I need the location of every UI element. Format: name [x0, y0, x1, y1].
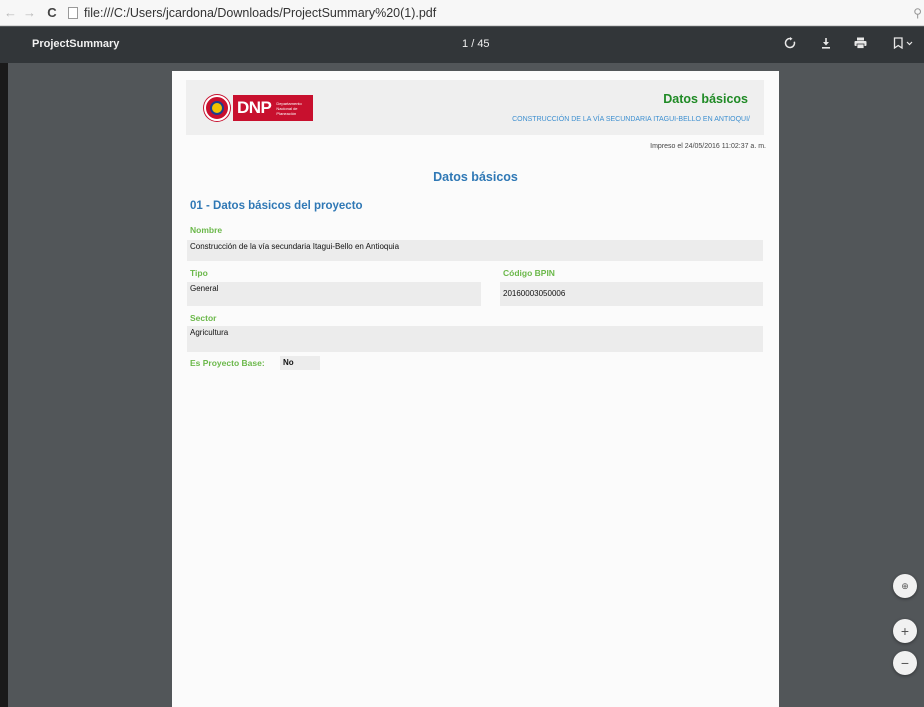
file-icon [68, 6, 78, 19]
sector-label: Sector [190, 313, 217, 323]
pdf-page: DNP Departamento Nacional de Planeación … [172, 71, 779, 707]
page-current-input[interactable]: 1 [462, 38, 468, 50]
url-field[interactable]: file:///C:/Users/jcardona/Downloads/Proj… [84, 6, 436, 20]
page-total: 45 [477, 38, 490, 50]
tipo-value: General [187, 282, 481, 306]
bpin-value: 20160003050006 [500, 282, 763, 306]
bpin-label: Código BPIN [503, 268, 555, 278]
header-title: Datos básicos [663, 92, 748, 106]
page-separator: / [471, 38, 475, 50]
header-subtitle: CONSTRUCCIÓN DE LA VÍA SECUNDARIA ITAGUI… [512, 116, 750, 123]
colombia-seal-icon [204, 95, 230, 121]
subsection-title: 01 - Datos básicos del proyecto [190, 200, 363, 212]
tipo-label: Tipo [190, 268, 208, 278]
zoom-in-button[interactable]: + [893, 619, 917, 643]
sector-value: Agricultura [187, 326, 763, 352]
nombre-label: Nombre [190, 225, 223, 235]
logo-subtext: Departamento Nacional de Planeación [276, 100, 302, 116]
reload-icon[interactable]: C [44, 5, 60, 20]
back-arrow-icon[interactable]: ← [2, 5, 19, 20]
rotate-icon[interactable] [780, 35, 800, 55]
bookmark-icon[interactable] [890, 35, 918, 55]
document-title: ProjectSummary [32, 38, 120, 50]
address-bar: ← → C file:///C:/Users/jcardona/Download… [0, 0, 924, 26]
print-icon[interactable] [850, 35, 870, 55]
zoom-out-button[interactable]: − [893, 651, 917, 675]
fit-page-icon[interactable]: ⊕ [893, 574, 917, 598]
dnp-logo: DNP Departamento Nacional de Planeación [204, 91, 316, 125]
page-indicator: 1 / 45 [462, 38, 490, 50]
printed-timestamp: Impreso el 24/05/2016 11:02:37 a. m. [650, 143, 766, 150]
forward-arrow-icon[interactable]: → [21, 5, 38, 20]
download-icon[interactable] [816, 35, 836, 55]
pdf-toolbar: ProjectSummary 1 / 45 [0, 27, 924, 63]
logo-text: DNP [237, 98, 272, 117]
extension-icon[interactable]: ⚲ [913, 6, 922, 20]
proyecto-base-label: Es Proyecto Base: [190, 358, 265, 368]
left-edge [0, 63, 8, 707]
nombre-value: Construcción de la vía secundaria Itagui… [187, 240, 763, 261]
section-title: Datos básicos [433, 170, 518, 184]
proyecto-base-value: No [280, 356, 320, 370]
page-header: DNP Departamento Nacional de Planeación … [186, 80, 764, 135]
